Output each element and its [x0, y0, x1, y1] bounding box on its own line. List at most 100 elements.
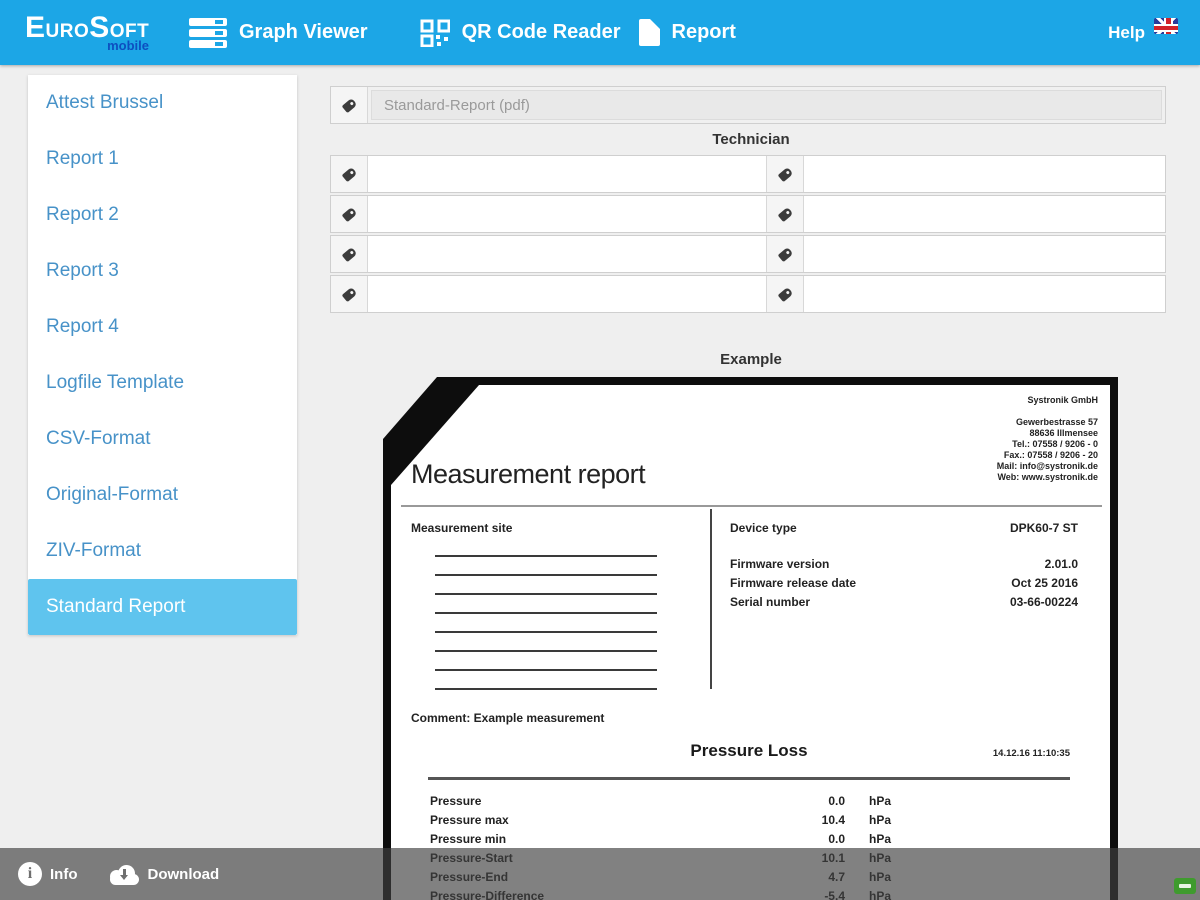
- sidebar-item-logfile-template[interactable]: Logfile Template: [28, 355, 297, 411]
- measurement-label: Pressure: [430, 793, 482, 808]
- graph-list-icon: [189, 17, 227, 48]
- measurement-row: Pressure min 0.0 hPa: [391, 829, 1110, 848]
- device-info-value: 03-66-00224: [1009, 595, 1078, 609]
- info-button[interactable]: i Info: [18, 862, 78, 886]
- measurement-row: Pressure 0.0 hPa: [391, 791, 1110, 810]
- example-label: Example: [720, 351, 782, 368]
- device-info-block: Device type DPK60-7 ST Firmware version …: [730, 519, 1078, 612]
- company-address-line: Web: www.systronik.de: [997, 472, 1098, 482]
- column-divider: [710, 509, 712, 689]
- uk-flag-icon[interactable]: [1154, 17, 1178, 34]
- document-icon: [638, 19, 660, 46]
- report-preview-page: Systronik GmbH Gewerbestrasse 57 88636 I…: [391, 385, 1110, 900]
- device-info-row: Firmware version 2.01.0: [730, 555, 1078, 574]
- download-button-label: Download: [147, 865, 220, 883]
- technician-input-right[interactable]: [804, 236, 1165, 272]
- sidebar-item-report-1[interactable]: Report 1: [28, 131, 297, 187]
- help-button[interactable]: Help: [1108, 23, 1145, 43]
- company-address-line: 88636 Illmensee: [1029, 428, 1098, 438]
- tag-icon-cell: [331, 276, 368, 312]
- sidebar-item-report-2[interactable]: Report 2: [28, 187, 297, 243]
- bottom-toolbar: i Info Download: [0, 848, 1200, 900]
- tag-icon: [341, 166, 357, 182]
- company-address-line: Gewerbestrasse 57: [1015, 417, 1098, 427]
- technician-table: [330, 155, 1166, 315]
- device-info-label: Firmware release date: [730, 576, 857, 590]
- header-right: Help: [1108, 17, 1178, 43]
- device-info-value: Oct 25 2016: [1011, 576, 1078, 590]
- device-info-row: Firmware release date Oct 25 2016: [730, 574, 1078, 593]
- measurement-value: 0.0: [828, 793, 845, 808]
- sidebar-item-standard-report[interactable]: Standard Report: [28, 579, 297, 635]
- tag-icon: [777, 206, 793, 222]
- sidebar: Attest Brussel Report 1 Report 2 Report …: [28, 75, 297, 635]
- device-info-row: Serial number 03-66-00224: [730, 593, 1078, 612]
- report-filename-row: [330, 86, 1166, 124]
- technician-label: Technician: [712, 131, 790, 148]
- measurement-site-label: Measurement site: [411, 521, 513, 535]
- company-address-block: Systronik GmbH Gewerbestrasse 57 88636 I…: [997, 395, 1098, 483]
- report-title: Measurement report: [411, 459, 646, 489]
- technician-input-right[interactable]: [804, 156, 1165, 192]
- technician-input-right[interactable]: [804, 196, 1165, 232]
- sidebar-item-attest-brussel[interactable]: Attest Brussel: [28, 75, 297, 131]
- tag-icon-cell: [331, 236, 368, 272]
- report-filename-input[interactable]: [371, 90, 1162, 120]
- report-comment: Comment: Example measurement: [411, 711, 605, 725]
- device-info-value: 2.01.0: [1044, 557, 1078, 571]
- measurement-section-header: Pressure Loss 14.12.16 11:10:35: [428, 741, 1070, 761]
- measurement-unit: hPa: [869, 812, 892, 827]
- tag-icon-cell: [766, 156, 804, 192]
- company-address-line: Mail: info@systronik.de: [996, 461, 1098, 471]
- tag-icon: [777, 246, 793, 262]
- nav-graph-viewer[interactable]: Graph Viewer: [155, 17, 368, 48]
- device-info-label: Firmware version: [730, 557, 830, 571]
- download-button[interactable]: Download: [108, 863, 220, 885]
- technician-input-left[interactable]: [368, 276, 766, 312]
- technician-input-left[interactable]: [368, 156, 766, 192]
- company-name: Systronik GmbH: [1027, 395, 1098, 405]
- tag-icon-cell: [331, 156, 368, 192]
- tag-icon: [777, 166, 793, 182]
- technician-input-left[interactable]: [368, 196, 766, 232]
- tag-icon: [341, 246, 357, 262]
- cloud-download-icon: [108, 863, 140, 885]
- sidebar-item-ziv-format[interactable]: ZIV-Format: [28, 523, 297, 579]
- company-address-line: Tel.: 07558 / 9206 - 0: [1012, 439, 1098, 449]
- measurement-rule: [428, 777, 1070, 780]
- measurement-unit: hPa: [869, 831, 892, 846]
- app-header: EUROSOFT mobile Graph Viewer QR Code Rea…: [0, 0, 1200, 65]
- report-preview: Systronik GmbH Gewerbestrasse 57 88636 I…: [383, 377, 1118, 900]
- technician-input-right[interactable]: [804, 276, 1165, 312]
- tag-icon-cell: [766, 276, 804, 312]
- measurement-timestamp: 14.12.16 11:10:35: [992, 748, 1070, 759]
- tag-icon: [341, 206, 357, 222]
- device-info-row: Device type DPK60-7 ST: [730, 519, 1078, 538]
- device-info-label: Device type: [730, 521, 797, 535]
- title-rule: [401, 505, 1102, 507]
- measurement-site-lines: [435, 555, 657, 707]
- green-badge-icon: [1174, 878, 1196, 894]
- technician-input-left[interactable]: [368, 236, 766, 272]
- measurement-label: Pressure max: [430, 812, 509, 827]
- measurement-title: Pressure Loss: [690, 741, 808, 760]
- qr-code-icon: [420, 19, 450, 47]
- sidebar-item-report-3[interactable]: Report 3: [28, 243, 297, 299]
- info-button-label: Info: [50, 865, 78, 883]
- device-info-value: DPK60-7 ST: [1009, 521, 1078, 535]
- tag-icon: [341, 97, 357, 113]
- company-address-line: Fax.: 07558 / 9206 - 20: [1003, 450, 1098, 460]
- sidebar-item-original-format[interactable]: Original-Format: [28, 467, 297, 523]
- eurosoft-logo: EUROSOFT mobile: [25, 13, 155, 53]
- measurement-value: 0.0: [828, 831, 845, 846]
- sidebar-item-report-4[interactable]: Report 4: [28, 299, 297, 355]
- technician-row: [330, 235, 1166, 273]
- tag-icon-cell: [766, 196, 804, 232]
- measurement-value: 10.4: [821, 812, 845, 827]
- device-info-label: Serial number: [730, 595, 811, 609]
- nav-report[interactable]: Report: [621, 19, 736, 46]
- nav-qr-code-reader[interactable]: QR Code Reader: [420, 19, 621, 47]
- sidebar-item-csv-format[interactable]: CSV-Format: [28, 411, 297, 467]
- technician-row: [330, 155, 1166, 193]
- measurement-unit: hPa: [869, 793, 892, 808]
